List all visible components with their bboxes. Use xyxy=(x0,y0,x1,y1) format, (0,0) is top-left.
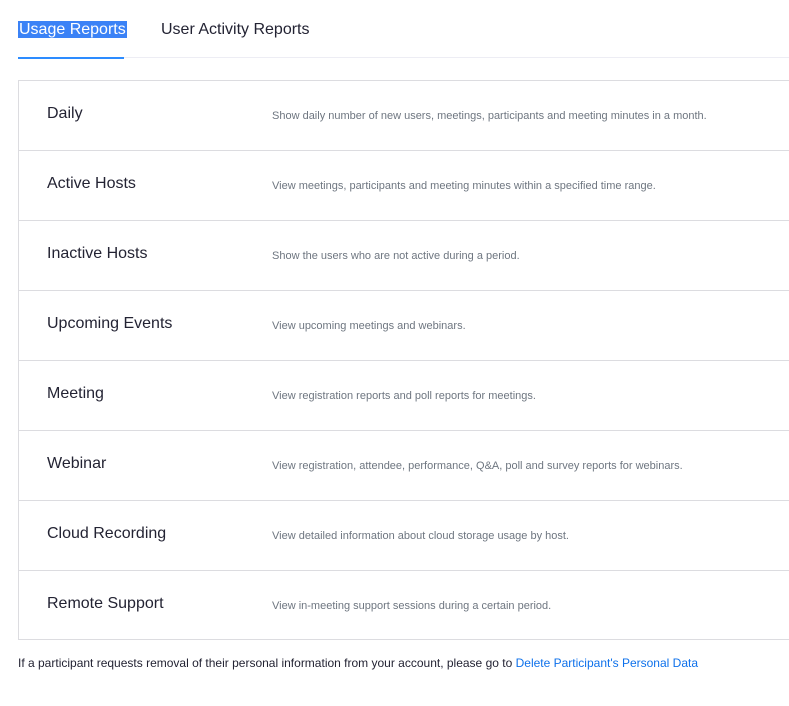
report-row-remote-support[interactable]: Remote Support View in-meeting support s… xyxy=(19,571,789,639)
report-description: View upcoming meetings and webinars. xyxy=(272,320,466,332)
report-row-meeting[interactable]: Meeting View registration reports and po… xyxy=(19,361,789,431)
report-description: View registration reports and poll repor… xyxy=(272,390,536,402)
report-row-active-hosts[interactable]: Active Hosts View meetings, participants… xyxy=(19,151,789,221)
report-row-inactive-hosts[interactable]: Inactive Hosts Show the users who are no… xyxy=(19,221,789,291)
reports-list: Daily Show daily number of new users, me… xyxy=(18,80,789,640)
report-name[interactable]: Upcoming Events xyxy=(47,314,172,334)
report-name[interactable]: Cloud Recording xyxy=(47,524,166,544)
report-name[interactable]: Webinar xyxy=(47,454,106,474)
personal-data-notice: If a participant requests removal of the… xyxy=(18,655,789,671)
report-name[interactable]: Active Hosts xyxy=(47,174,136,194)
tab-user-activity-reports[interactable]: User Activity Reports xyxy=(161,20,309,40)
active-tab-indicator xyxy=(18,57,124,59)
personal-data-notice-text: If a participant requests removal of the… xyxy=(18,656,513,670)
report-description: View in-meeting support sessions during … xyxy=(272,600,552,612)
report-description: Show the users who are not active during… xyxy=(272,250,520,262)
tab-usage-reports[interactable]: Usage Reports xyxy=(18,20,127,59)
report-name[interactable]: Inactive Hosts xyxy=(47,244,147,264)
delete-participant-data-link[interactable]: Delete Participant's Personal Data xyxy=(516,656,698,670)
usage-reports-page: Usage Reports User Activity Reports Dail… xyxy=(0,0,789,706)
report-row-upcoming-events[interactable]: Upcoming Events View upcoming meetings a… xyxy=(19,291,789,361)
tab-user-activity-reports-label: User Activity Reports xyxy=(161,21,310,38)
tab-usage-reports-label: Usage Reports xyxy=(18,21,127,38)
report-description: View detailed information about cloud st… xyxy=(272,530,569,542)
report-name[interactable]: Daily xyxy=(47,104,83,124)
report-row-daily[interactable]: Daily Show daily number of new users, me… xyxy=(19,81,789,151)
report-name[interactable]: Remote Support xyxy=(47,594,164,614)
report-name[interactable]: Meeting xyxy=(47,384,104,404)
report-description: View registration, attendee, performance… xyxy=(272,460,683,472)
report-description: View meetings, participants and meeting … xyxy=(272,180,656,192)
report-tabs: Usage Reports User Activity Reports xyxy=(18,0,789,59)
report-row-webinar[interactable]: Webinar View registration, attendee, per… xyxy=(19,431,789,501)
report-row-cloud-recording[interactable]: Cloud Recording View detailed informatio… xyxy=(19,501,789,571)
report-description: Show daily number of new users, meetings… xyxy=(272,110,707,122)
